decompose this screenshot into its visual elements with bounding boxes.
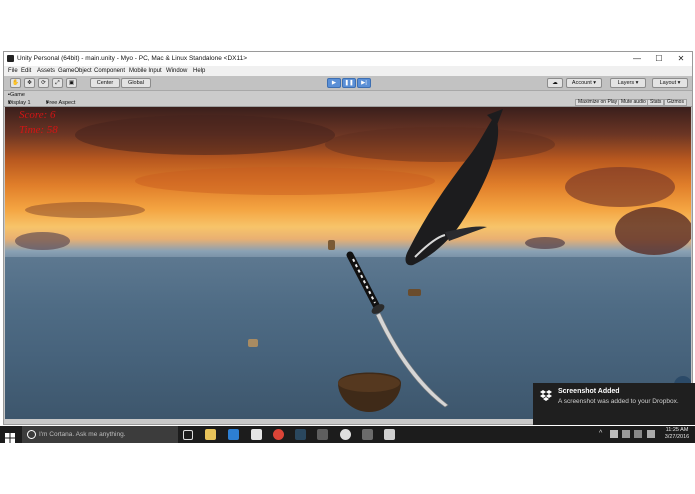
maximize-button[interactable]: ☐ bbox=[648, 52, 670, 66]
toolbar: ✋ ✥ ⟳ ⤢ ▣ Center Global ▶ ❚❚ ▶| ☁ Accoun… bbox=[4, 76, 692, 91]
coin bbox=[408, 289, 421, 296]
edge-browser-icon[interactable] bbox=[228, 429, 239, 440]
display-dropdown[interactable]: Display 1 ▾ bbox=[8, 100, 31, 106]
menu-edit[interactable]: Edit bbox=[21, 68, 31, 74]
gizmos-dropdown[interactable]: Gizmos bbox=[664, 99, 687, 106]
play-button[interactable]: ▶ bbox=[327, 78, 341, 88]
cloud-button[interactable]: ☁ bbox=[547, 78, 563, 88]
aspect-dropdown[interactable]: Free Aspect ▾ bbox=[46, 100, 75, 106]
keyboard-icon[interactable] bbox=[647, 430, 655, 438]
app-icon[interactable] bbox=[362, 429, 373, 440]
tab-game[interactable]: ▪ Game bbox=[8, 92, 25, 98]
layout-label: Layout bbox=[659, 80, 677, 86]
steam-icon[interactable] bbox=[295, 429, 306, 440]
cortana-icon bbox=[27, 430, 36, 439]
scale-icon: ⤢ bbox=[55, 80, 60, 86]
cortana-placeholder: I'm Cortana. Ask me anything. bbox=[39, 431, 126, 438]
move-tool-button[interactable]: ✥ bbox=[24, 78, 35, 88]
layers-label: Layers bbox=[617, 80, 635, 86]
menu-assets[interactable]: Assets bbox=[37, 68, 55, 74]
rect-icon: ▣ bbox=[68, 80, 75, 86]
pivot-toggle[interactable]: Center bbox=[90, 78, 120, 88]
pause-icon: ❚❚ bbox=[344, 80, 354, 86]
system-clock[interactable]: 11:25 AM 3/27/2016 bbox=[660, 427, 694, 441]
mute-audio-toggle[interactable]: Mute audio bbox=[618, 99, 649, 106]
display-label: Display 1 bbox=[8, 99, 31, 106]
scene-objects bbox=[248, 109, 691, 412]
volume-icon[interactable] bbox=[622, 430, 630, 438]
dropbox-icon bbox=[540, 390, 552, 401]
cloud-icon: ☁ bbox=[552, 80, 558, 86]
menu-component[interactable]: Component bbox=[94, 68, 125, 74]
account-label: Account bbox=[571, 80, 592, 86]
rotate-icon: ⟳ bbox=[41, 80, 46, 86]
tray-chevron-icon[interactable]: ^ bbox=[599, 430, 602, 437]
pause-button[interactable]: ❚❚ bbox=[342, 78, 356, 88]
chrome-icon[interactable] bbox=[273, 429, 284, 440]
menu-bar: File Edit Assets GameObject Component Mo… bbox=[4, 66, 692, 76]
menu-help[interactable]: Help bbox=[193, 68, 205, 74]
game-view-header: ▪ Game Display 1 ▾ Free Aspect ▾ Maximiz… bbox=[4, 91, 692, 107]
menu-gameobject[interactable]: GameObject bbox=[58, 68, 92, 74]
taskbar: I'm Cortana. Ask me anything. ^ 11:25 AM… bbox=[0, 426, 695, 443]
layout-dropdown[interactable]: Layout ▾ bbox=[652, 78, 688, 88]
step-button[interactable]: ▶| bbox=[357, 78, 371, 88]
menu-mobile-input[interactable]: Mobile Input bbox=[129, 68, 162, 74]
menu-window[interactable]: Window bbox=[166, 68, 187, 74]
step-icon: ▶| bbox=[361, 80, 367, 86]
network-icon[interactable] bbox=[610, 430, 618, 438]
visual-studio-icon[interactable] bbox=[317, 429, 328, 440]
aspect-label: Free Aspect bbox=[46, 99, 76, 106]
stats-toggle[interactable]: Stats bbox=[647, 99, 665, 106]
hand-tool-button[interactable]: ✋ bbox=[10, 78, 21, 88]
unity-taskbar-icon[interactable] bbox=[340, 429, 351, 440]
layers-dropdown[interactable]: Layers ▾ bbox=[610, 78, 646, 88]
clock-time: 11:25 AM bbox=[665, 427, 689, 433]
store-icon[interactable] bbox=[251, 429, 262, 440]
file-explorer-icon[interactable] bbox=[205, 429, 216, 440]
title-bar: Unity Personal (64bit) - main.unity - My… bbox=[4, 52, 692, 66]
rect-tool-button[interactable]: ▣ bbox=[66, 78, 77, 88]
cortana-search-box[interactable]: I'm Cortana. Ask me anything. bbox=[22, 426, 178, 443]
notification-title: Screenshot Added bbox=[558, 388, 620, 395]
hand-icon: ✋ bbox=[12, 80, 19, 86]
maximize-on-play-toggle[interactable]: Maximize on Play bbox=[575, 99, 621, 106]
minimize-button[interactable]: — bbox=[626, 52, 648, 66]
account-dropdown[interactable]: Account ▾ bbox=[566, 78, 602, 88]
scale-tool-button[interactable]: ⤢ bbox=[52, 78, 63, 88]
move-icon: ✥ bbox=[27, 80, 32, 86]
unity-logo-icon bbox=[7, 55, 14, 62]
play-icon: ▶ bbox=[331, 80, 337, 86]
coin bbox=[328, 240, 335, 250]
game-viewport[interactable]: Score: 6 Time: 58 bbox=[5, 107, 691, 419]
rotate-tool-button[interactable]: ⟳ bbox=[38, 78, 49, 88]
windows-start-icon[interactable] bbox=[5, 430, 15, 443]
space-toggle[interactable]: Global bbox=[121, 78, 151, 88]
unity-window: Unity Personal (64bit) - main.unity - My… bbox=[3, 51, 693, 425]
tab-game-label: Game bbox=[9, 92, 25, 98]
window-title: Unity Personal (64bit) - main.unity - My… bbox=[17, 55, 248, 62]
task-view-icon[interactable] bbox=[183, 430, 193, 440]
dropbox-notification[interactable]: Screenshot Added A screenshot was added … bbox=[533, 383, 695, 425]
coin bbox=[248, 339, 258, 347]
whale bbox=[405, 109, 503, 266]
close-button[interactable]: ✕ bbox=[670, 52, 692, 66]
menu-file[interactable]: File bbox=[8, 68, 18, 74]
app-icon[interactable] bbox=[384, 429, 395, 440]
clock-date: 3/27/2016 bbox=[664, 434, 690, 440]
notification-message: A screenshot was added to your Dropbox. bbox=[558, 398, 679, 405]
battery-icon[interactable] bbox=[634, 430, 642, 438]
